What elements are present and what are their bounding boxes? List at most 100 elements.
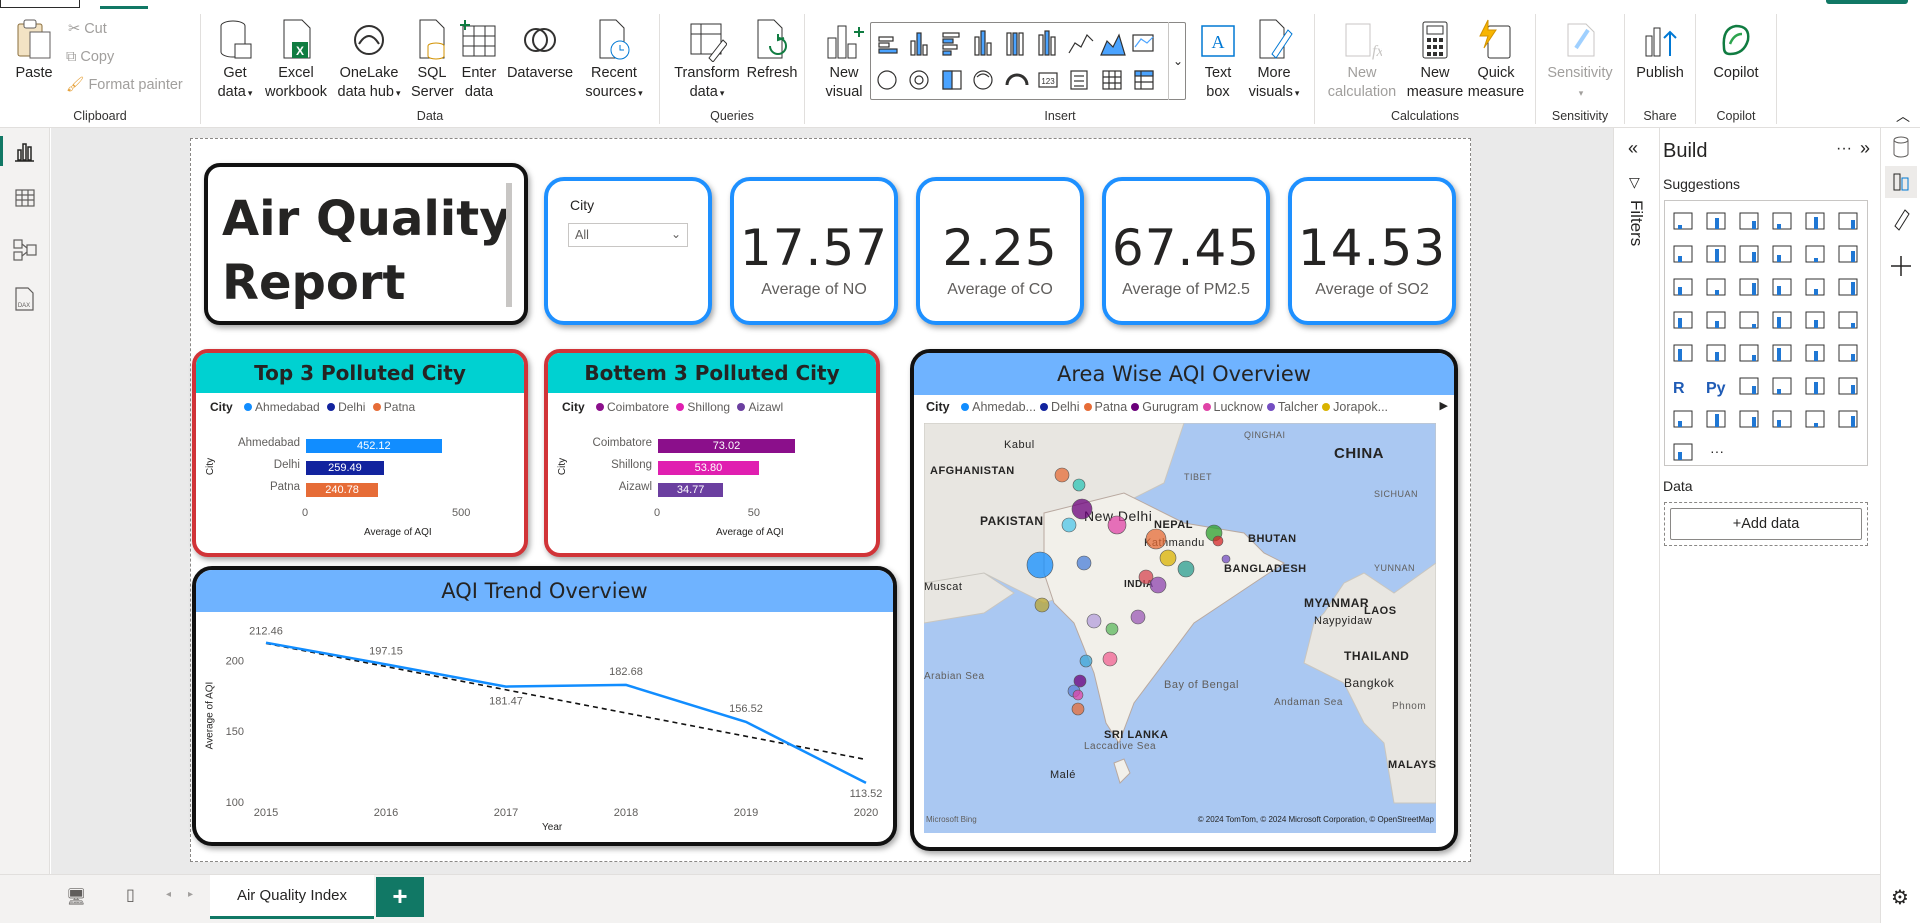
title-scrollbar[interactable] [506,183,512,307]
copilot-button[interactable]: Copilot [1704,18,1768,83]
excel-workbook-button[interactable]: X Excel workbook [261,18,331,102]
copilot-visual-icon[interactable] [1805,410,1825,428]
top3-polluted-chart[interactable]: Top 3 Polluted City City Ahmedabad Delhi… [192,349,528,557]
map-icon[interactable] [1706,311,1726,329]
treemap-icon[interactable] [1673,311,1693,329]
qa-icon[interactable] [1805,377,1825,395]
r-visual-icon[interactable]: R [1673,380,1685,397]
enter-data-button[interactable]: Enter data [457,18,501,102]
format-painter-button[interactable]: 🖌 Format painter [66,74,183,96]
publish-button[interactable]: Publish [1629,18,1691,83]
city-bubble[interactable] [1054,467,1070,483]
new-measure-button[interactable]: New measure [1405,18,1465,102]
dax-query-view-button[interactable]: DAX [0,278,50,320]
azure-map-icon[interactable] [1805,311,1825,329]
city-bubble[interactable] [1071,498,1093,520]
add-pane-icon[interactable] [1891,256,1911,276]
city-bubble[interactable] [1212,535,1224,547]
visual-types-gallery[interactable]: 123 [871,23,1187,101]
power-apps-icon[interactable] [1739,410,1759,428]
text-box-button[interactable]: A Text box [1192,18,1244,102]
gauge-icon[interactable] [1838,311,1858,329]
narrative-icon[interactable] [1838,377,1858,395]
kpi-card-pm25[interactable]: 67.45 Average of PM2.5 [1102,177,1270,325]
python-visual-icon[interactable]: Py [1706,380,1726,397]
series-line[interactable] [265,641,867,784]
more-visuals-icon[interactable]: ··· [1710,443,1724,459]
cut-button[interactable]: ✂ Cut [68,18,107,40]
key-influencers-icon[interactable] [1739,377,1759,395]
city-bubble[interactable] [1061,517,1077,533]
stacked-bar-icon[interactable] [1673,212,1693,230]
clustered-bar-icon[interactable] [1739,212,1759,230]
kpi-card-so2[interactable]: 14.53 Average of SO2 [1288,177,1456,325]
more-options-icon[interactable]: ··· [1836,140,1852,158]
table-icon[interactable] [1805,344,1825,362]
get-data-button[interactable]: Get data ▾ [213,18,257,103]
visual-type-icons[interactable]: R Py ··· [1665,201,1869,467]
area-chart-icon[interactable] [1706,245,1726,263]
decomposition-tree-icon[interactable] [1772,377,1792,395]
metrics-icon[interactable] [1673,410,1693,428]
city-bubble[interactable] [1102,651,1118,667]
report-view-button[interactable] [0,130,50,172]
format-visual-icon[interactable] [1894,209,1910,231]
expand-filters-icon[interactable]: « [1628,138,1638,159]
bar-100-icon[interactable] [1805,212,1825,230]
table-view-button[interactable] [0,178,50,220]
refresh-button[interactable]: Refresh [744,18,800,83]
area-100-icon[interactable] [1772,245,1792,263]
kpi-card-co[interactable]: 2.25 Average of CO [916,177,1084,325]
city-bubble[interactable] [1159,549,1177,567]
clustered-column-icon[interactable] [1772,212,1792,230]
copy-button[interactable]: ⧉ Copy [66,46,114,68]
city-bubble[interactable] [1145,528,1167,550]
city-bubble[interactable] [1076,555,1092,571]
stacked-area-icon[interactable] [1739,245,1759,263]
line-column-icon[interactable] [1805,245,1825,263]
city-bubble[interactable] [1026,551,1054,579]
funnel-icon[interactable] [1739,278,1759,296]
slicer-icon[interactable] [1772,344,1792,362]
sql-server-button[interactable]: SQL Server [411,18,454,102]
line-clustered-icon[interactable] [1838,245,1858,263]
stacked-column-icon[interactable] [1706,212,1726,230]
recent-sources-button[interactable]: Recent sources ▾ [579,18,649,103]
donut-icon[interactable] [1838,278,1858,296]
city-bubble[interactable] [1149,576,1167,594]
city-bubble[interactable] [1177,560,1195,578]
desktop-layout-icon[interactable]: 🖥 [66,887,86,907]
city-slicer[interactable]: City All ⌄ [544,177,712,325]
collapse-pane-icon[interactable]: » [1860,138,1870,159]
legend-next-icon[interactable]: ▶ [1440,399,1448,412]
power-automate-icon[interactable] [1772,410,1792,428]
file-tab-marker[interactable] [0,0,80,8]
map-attribution[interactable]: © 2024 TomTom, © 2024 Microsoft Corporat… [1198,815,1434,824]
transform-data-button[interactable]: Transform data ▾ [672,18,742,103]
add-data-button[interactable]: +Add data [1670,508,1862,540]
add-page-button[interactable]: + [376,877,424,917]
next-page-icon[interactable]: ▸ [188,889,193,900]
fabric-icon[interactable] [1838,410,1858,428]
paginated-report-icon[interactable] [1706,410,1726,428]
filled-map-icon[interactable] [1739,311,1759,329]
kpi-icon[interactable] [1739,344,1759,362]
city-bubble[interactable] [1107,515,1127,535]
settings-gear-icon[interactable]: ⚙ [1891,885,1909,910]
city-bubble[interactable] [1221,554,1231,564]
city-bubble[interactable] [1071,702,1085,716]
new-calculation-button[interactable]: fx New calculation [1323,18,1401,102]
sensitivity-button[interactable]: Sensitivity ▾ [1542,18,1618,103]
dataverse-button[interactable]: Dataverse [505,18,575,83]
matrix-icon[interactable] [1838,344,1858,362]
shape-map-icon[interactable] [1772,311,1792,329]
city-bubble[interactable] [1072,689,1084,701]
city-bubble[interactable] [1086,613,1102,629]
prev-page-icon[interactable]: ◂ [166,889,171,900]
pie-icon[interactable] [1805,278,1825,296]
share-button-edge[interactable] [1826,0,1908,4]
kpi-card-no[interactable]: 17.57 Average of NO [730,177,898,325]
city-bubble[interactable] [1079,654,1093,668]
onelake-button[interactable]: OneLake data hub ▾ [333,18,405,103]
card-icon[interactable] [1673,344,1693,362]
